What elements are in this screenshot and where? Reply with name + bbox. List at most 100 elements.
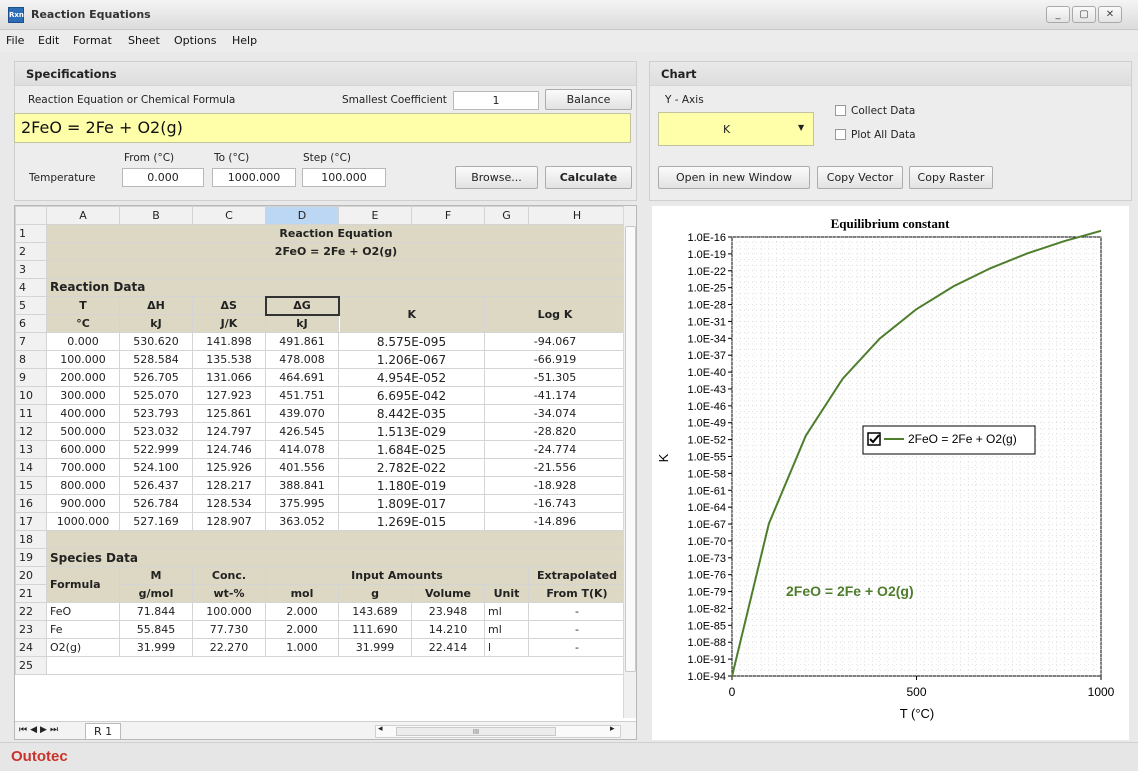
copy-raster-button[interactable]: Copy Raster bbox=[909, 166, 993, 189]
k-cell[interactable]: 4.954E-052 bbox=[338, 368, 485, 387]
data-cell[interactable]: 141.898 bbox=[192, 332, 266, 351]
reaction-unit[interactable]: °C bbox=[46, 314, 120, 333]
data-cell[interactable]: 200.000 bbox=[46, 368, 120, 387]
equation-input[interactable]: 2FeO = 2Fe + O2(g) bbox=[14, 113, 631, 143]
data-cell[interactable]: 525.070 bbox=[119, 386, 193, 405]
vertical-scroll-thumb[interactable] bbox=[625, 226, 636, 672]
row-header[interactable]: 23 bbox=[15, 620, 47, 639]
copy-vector-button[interactable]: Copy Vector bbox=[817, 166, 903, 189]
row-header[interactable]: 24 bbox=[15, 638, 47, 657]
from-input[interactable]: 0.000 bbox=[122, 168, 204, 187]
plot-all-checkbox[interactable] bbox=[835, 129, 846, 140]
row-header[interactable]: 10 bbox=[15, 386, 47, 405]
k-cell[interactable]: 1.513E-029 bbox=[338, 422, 485, 441]
reaction-header-logk[interactable]: Log K bbox=[484, 296, 626, 333]
species-unit[interactable]: Volume bbox=[411, 584, 485, 603]
k-cell[interactable]: 1.206E-067 bbox=[338, 350, 485, 369]
species-cell[interactable]: 31.999 bbox=[119, 638, 193, 657]
species-header-m[interactable]: M bbox=[119, 566, 193, 585]
column-header-h[interactable]: H bbox=[528, 206, 626, 225]
row-header[interactable]: 3 bbox=[15, 260, 47, 279]
species-cell[interactable]: 143.689 bbox=[338, 602, 412, 621]
step-input[interactable]: 100.000 bbox=[302, 168, 386, 187]
row-header[interactable]: 11 bbox=[15, 404, 47, 423]
species-cell[interactable]: 100.000 bbox=[192, 602, 266, 621]
logk-cell[interactable]: -66.919 bbox=[484, 350, 626, 369]
menu-options[interactable]: Options bbox=[174, 34, 216, 47]
reaction-unit[interactable]: kJ bbox=[265, 314, 339, 333]
data-cell[interactable]: 528.584 bbox=[119, 350, 193, 369]
to-input[interactable]: 1000.000 bbox=[212, 168, 296, 187]
species-cell[interactable]: 2.000 bbox=[265, 620, 339, 639]
menu-format[interactable]: Format bbox=[73, 34, 112, 47]
species-unit[interactable]: g/mol bbox=[119, 584, 193, 603]
species-unit[interactable]: Unit bbox=[484, 584, 529, 603]
species-cell[interactable]: 14.210 bbox=[411, 620, 485, 639]
species-header-extrapolated[interactable]: Extrapolated bbox=[528, 566, 626, 585]
data-cell[interactable]: 523.032 bbox=[119, 422, 193, 441]
data-cell[interactable]: 128.534 bbox=[192, 494, 266, 513]
maximize-button[interactable]: ▢ bbox=[1072, 6, 1096, 23]
data-cell[interactable]: 526.784 bbox=[119, 494, 193, 513]
data-cell[interactable]: 527.169 bbox=[119, 512, 193, 531]
row-header[interactable]: 15 bbox=[15, 476, 47, 495]
species-cell[interactable]: - bbox=[528, 620, 626, 639]
reaction-header[interactable]: ΔS bbox=[192, 296, 266, 315]
data-cell[interactable]: 491.861 bbox=[265, 332, 339, 351]
species-cell[interactable]: 23.948 bbox=[411, 602, 485, 621]
row-header[interactable]: 13 bbox=[15, 440, 47, 459]
logk-cell[interactable]: -21.556 bbox=[484, 458, 626, 477]
species-cell[interactable]: 22.270 bbox=[192, 638, 266, 657]
data-cell[interactable]: 124.746 bbox=[192, 440, 266, 459]
column-header-b[interactable]: B bbox=[119, 206, 193, 225]
reaction-header-k[interactable]: K bbox=[338, 296, 485, 333]
row-header[interactable]: 22 bbox=[15, 602, 47, 621]
row-header[interactable]: 1 bbox=[15, 224, 47, 243]
sheet-equation[interactable]: 2FeO = 2Fe + O2(g) bbox=[46, 242, 626, 261]
k-cell[interactable]: 1.809E-017 bbox=[338, 494, 485, 513]
data-cell[interactable]: 131.066 bbox=[192, 368, 266, 387]
species-cell[interactable]: 77.730 bbox=[192, 620, 266, 639]
menu-file[interactable]: File bbox=[6, 34, 24, 47]
reaction-data-heading[interactable]: Reaction Data bbox=[46, 278, 626, 297]
k-cell[interactable]: 1.180E-019 bbox=[338, 476, 485, 495]
balance-button[interactable]: Balance bbox=[545, 89, 632, 110]
column-header-f[interactable]: F bbox=[411, 206, 485, 225]
k-cell[interactable]: 6.695E-042 bbox=[338, 386, 485, 405]
k-cell[interactable]: 1.684E-025 bbox=[338, 440, 485, 459]
row-header[interactable]: 18 bbox=[15, 530, 47, 549]
coefficient-input[interactable]: 1 bbox=[453, 91, 539, 110]
logk-cell[interactable]: -14.896 bbox=[484, 512, 626, 531]
species-cell[interactable]: O2(g) bbox=[46, 638, 120, 657]
logk-cell[interactable]: -16.743 bbox=[484, 494, 626, 513]
open-window-button[interactable]: Open in new Window bbox=[658, 166, 810, 189]
species-cell[interactable]: 111.690 bbox=[338, 620, 412, 639]
row-header[interactable]: 6 bbox=[15, 314, 47, 333]
species-unit[interactable]: From T(K) bbox=[528, 584, 626, 603]
menu-edit[interactable]: Edit bbox=[38, 34, 59, 47]
row-header[interactable]: 4 bbox=[15, 278, 47, 297]
column-header-g[interactable]: G bbox=[484, 206, 529, 225]
row-header[interactable]: 19 bbox=[15, 548, 47, 567]
data-cell[interactable]: 100.000 bbox=[46, 350, 120, 369]
data-cell[interactable]: 135.538 bbox=[192, 350, 266, 369]
species-data-heading[interactable]: Species Data bbox=[46, 548, 626, 567]
species-cell[interactable]: 2.000 bbox=[265, 602, 339, 621]
species-cell[interactable]: - bbox=[528, 602, 626, 621]
logk-cell[interactable]: -28.820 bbox=[484, 422, 626, 441]
column-header-c[interactable]: C bbox=[192, 206, 266, 225]
species-cell[interactable]: 1.000 bbox=[265, 638, 339, 657]
species-unit[interactable]: wt-% bbox=[192, 584, 266, 603]
empty-row[interactable] bbox=[46, 656, 626, 675]
data-cell[interactable]: 388.841 bbox=[265, 476, 339, 495]
empty-row[interactable] bbox=[46, 260, 626, 279]
spreadsheet[interactable]: A B C D E F G H 1 Reaction Equation 2 2FeO = 2Fe + … bbox=[14, 205, 637, 740]
row-header[interactable]: 17 bbox=[15, 512, 47, 531]
data-cell[interactable]: 0.000 bbox=[46, 332, 120, 351]
logk-cell[interactable]: -18.928 bbox=[484, 476, 626, 495]
browse-button[interactable]: Browse... bbox=[455, 166, 538, 189]
reaction-header[interactable]: ΔG bbox=[264, 295, 340, 316]
minimize-button[interactable]: _ bbox=[1046, 6, 1070, 23]
data-cell[interactable]: 439.070 bbox=[265, 404, 339, 423]
data-cell[interactable]: 300.000 bbox=[46, 386, 120, 405]
